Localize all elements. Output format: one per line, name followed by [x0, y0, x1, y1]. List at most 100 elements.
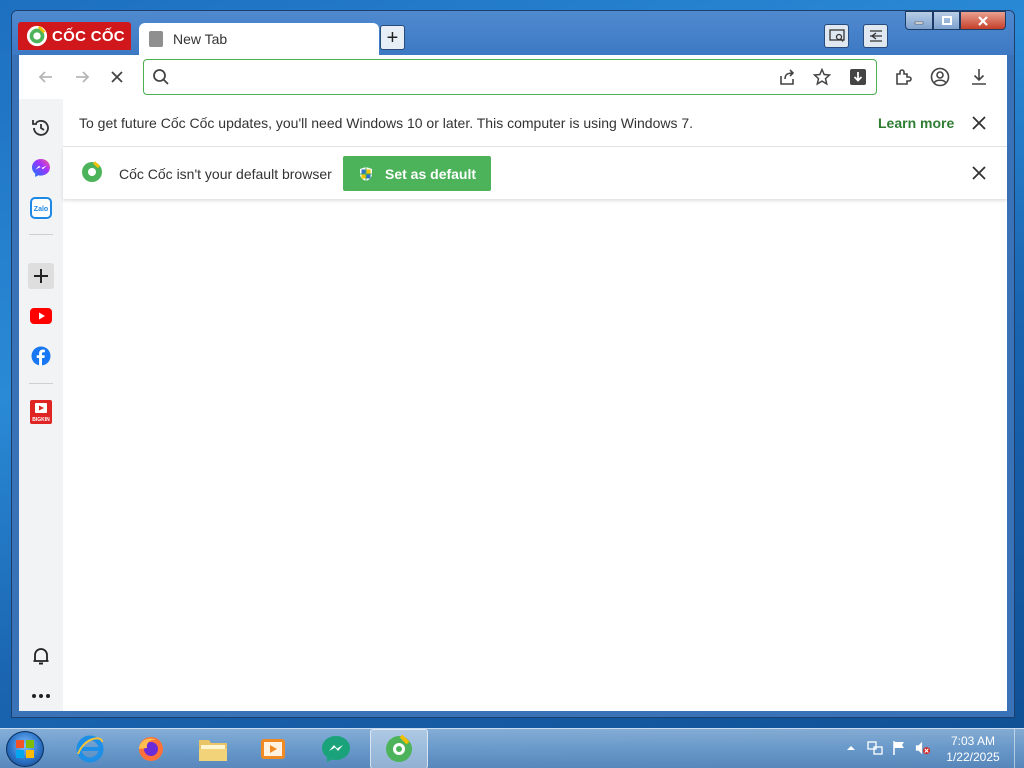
forward-button[interactable] [70, 65, 94, 89]
screen-search-icon [828, 29, 845, 42]
volume-muted-icon [915, 741, 931, 755]
browser-window: CỐC CỐC New Tab + Zalo BIGKIN To get fut… [11, 10, 1015, 718]
download-icon [972, 69, 986, 85]
coccoc-logo-icon [82, 161, 102, 182]
os-warning-infobar: To get future Cốc Cốc updates, you'll ne… [63, 99, 1007, 147]
back-panel-icon [869, 30, 882, 42]
back-button[interactable] [34, 65, 58, 89]
title-bar: CỐC CỐC New Tab + [12, 11, 1014, 55]
network-tray-button[interactable] [867, 739, 883, 757]
close-default-infobar-button[interactable] [969, 163, 989, 183]
address-input[interactable] [178, 66, 758, 88]
sidebar-divider [29, 234, 53, 235]
download-box-icon [850, 69, 866, 85]
stop-loading-button[interactable] [105, 65, 129, 89]
brand-name: CỐC CỐC [52, 27, 125, 45]
stop-icon [111, 71, 123, 83]
default-browser-text: Cốc Cốc isn't your default browser [119, 166, 332, 182]
share-button[interactable] [776, 66, 798, 88]
search-icon [153, 69, 169, 85]
profile-button[interactable] [929, 66, 951, 88]
taskbar-internet-explorer[interactable] [61, 729, 119, 768]
puzzle-icon [896, 69, 912, 85]
internet-explorer-icon [76, 735, 104, 763]
set-as-default-button[interactable]: Set as default [343, 156, 491, 191]
toolbar [19, 55, 1007, 99]
zalo-button[interactable]: Zalo [28, 195, 54, 221]
screen-capture-button[interactable] [824, 24, 849, 48]
messenger-button[interactable] [28, 155, 54, 181]
volume-tray-button[interactable] [915, 739, 931, 757]
tv-app-button[interactable]: BIGKIN [28, 399, 54, 425]
downloads-button[interactable] [968, 66, 990, 88]
coccoc-icon [386, 734, 412, 762]
star-icon [813, 68, 831, 86]
new-tab-button[interactable]: + [380, 25, 405, 50]
close-infobar-button[interactable] [969, 113, 989, 133]
os-warning-text: To get future Cốc Cốc updates, you'll ne… [79, 115, 694, 131]
taskbar-firefox[interactable] [122, 729, 180, 768]
taskbar-messenger-app[interactable] [307, 729, 365, 768]
clock-time: 7:03 AM [950, 734, 996, 748]
coccoc-menu-button[interactable]: CỐC CỐC [18, 22, 131, 50]
minimize-button[interactable] [905, 11, 933, 30]
chevron-up-icon [847, 746, 855, 750]
firefox-icon [139, 737, 163, 761]
system-clock[interactable]: 7:03 AM 1/22/2025 [936, 733, 1010, 765]
default-browser-infobar: Cốc Cốc isn't your default browser Set a… [63, 147, 1007, 199]
side-panel: Zalo BIGKIN [19, 99, 63, 711]
set-as-default-label: Set as default [385, 165, 477, 182]
add-sidebar-app-button[interactable] [28, 263, 54, 289]
bookmark-button[interactable] [811, 66, 833, 88]
tv-app-icon: BIGKIN [30, 400, 52, 424]
windows-logo-icon [16, 740, 34, 758]
facebook-button[interactable] [28, 343, 54, 369]
svg-text:Zalo: Zalo [34, 206, 48, 213]
history-icon [32, 120, 49, 136]
youtube-icon [30, 308, 52, 324]
minimize-icon [914, 21, 924, 24]
more-options-button[interactable] [28, 683, 54, 709]
shield-icon [360, 166, 372, 181]
extensions-button[interactable] [892, 66, 914, 88]
history-button[interactable] [28, 115, 54, 141]
action-center-button[interactable] [891, 739, 907, 757]
taskbar-media-player[interactable] [244, 729, 302, 768]
tab-new-tab[interactable]: New Tab [139, 23, 379, 55]
maximize-button[interactable] [933, 11, 960, 30]
learn-more-link[interactable]: Learn more [878, 115, 954, 131]
more-icon [32, 694, 50, 698]
close-icon [972, 166, 986, 180]
coccoc-logo-icon [26, 25, 48, 47]
taskbar: 7:03 AM 1/22/2025 [0, 728, 1024, 768]
arrow-right-icon [76, 71, 90, 83]
media-player-icon [261, 739, 285, 759]
page-icon [149, 31, 163, 47]
messenger-icon [32, 159, 50, 177]
facebook-icon [31, 346, 51, 366]
network-icon [867, 741, 883, 755]
show-desktop-button[interactable] [1014, 729, 1024, 768]
start-button[interactable] [6, 731, 44, 767]
close-icon [972, 116, 986, 130]
page-content: To get future Cốc Cốc updates, you'll ne… [63, 99, 1007, 711]
bell-icon [33, 648, 49, 665]
share-icon [780, 69, 795, 85]
arrow-left-icon [38, 71, 52, 83]
notifications-button[interactable] [28, 643, 54, 669]
messenger-app-icon [322, 736, 350, 762]
close-icon [978, 15, 988, 26]
address-bar[interactable] [143, 59, 877, 95]
side-panel-button[interactable] [863, 24, 888, 48]
show-hidden-icons-button[interactable] [843, 739, 859, 757]
taskbar-file-explorer[interactable] [184, 729, 242, 768]
account-icon [930, 67, 950, 87]
add-icon [34, 269, 48, 283]
clock-date: 1/22/2025 [946, 750, 1000, 764]
close-window-button[interactable] [960, 11, 1006, 30]
taskbar-coccoc[interactable] [370, 729, 428, 768]
flag-icon [893, 741, 904, 755]
svg-text:BIGKIN: BIGKIN [32, 417, 50, 423]
youtube-button[interactable] [28, 303, 54, 329]
savior-download-button[interactable] [847, 66, 869, 88]
